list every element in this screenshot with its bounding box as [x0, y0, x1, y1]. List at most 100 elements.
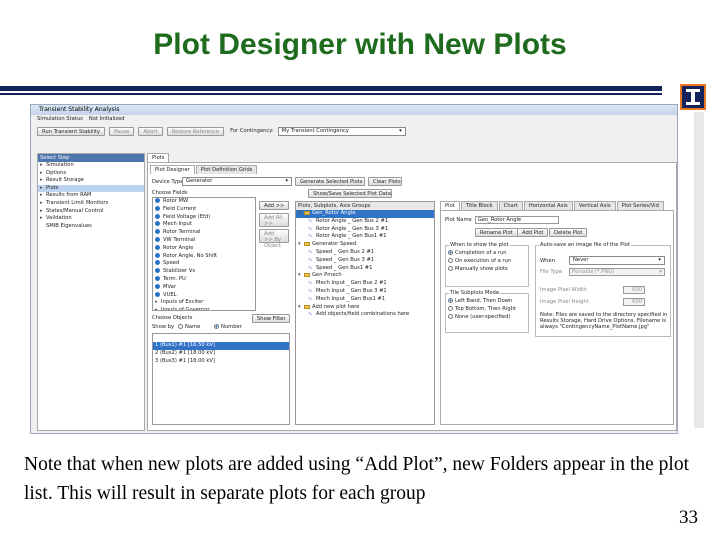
- restore-reference-button[interactable]: Restore Reference: [166, 126, 225, 136]
- slide-caption: Note that when new plots are added using…: [24, 454, 690, 504]
- field-item[interactable]: Stabilizer Vs: [153, 268, 255, 276]
- field-icon: [155, 268, 160, 274]
- pause-button[interactable]: Pause: [109, 126, 135, 136]
- step-item[interactable]: ▸ Results from RAM: [38, 192, 144, 200]
- field-icon: [155, 221, 160, 227]
- image-height-input[interactable]: 600: [623, 298, 645, 306]
- add-by-object-button[interactable]: Add >> By Object: [259, 229, 289, 249]
- field-item[interactable]: Field Current: [153, 205, 255, 214]
- step-item[interactable]: SMIB Eigenvalues: [38, 223, 144, 231]
- plot-subitem[interactable]: ∿ Speed _ Gen Bus1 #1: [296, 265, 434, 273]
- radio-icon: [448, 250, 453, 255]
- plot-folder[interactable]: ▾ Gen_Rotor Angle: [296, 210, 434, 218]
- step-item[interactable]: ▸ Validation: [38, 215, 144, 223]
- show-filter-button[interactable]: Show Filter: [252, 314, 290, 323]
- tab-plot-setting[interactable]: Plot Series/Vid: [616, 201, 664, 210]
- select-step-header: Select Step: [38, 154, 144, 162]
- plot-subitem[interactable]: ∿ Mech Input _ Gen Bus 2 #1: [296, 280, 434, 288]
- delete-plot-button[interactable]: Delete Plot: [549, 228, 588, 237]
- tab-plot-setting[interactable]: Vertical Axis: [573, 201, 616, 210]
- field-item[interactable]: Field Voltage (Efd): [153, 213, 255, 222]
- field-item[interactable]: ▸ Inputs of Exciter: [153, 299, 255, 307]
- subplot-mode-radio[interactable]: Left Band, Then Down: [446, 298, 528, 306]
- field-icon: [155, 198, 160, 203]
- step-item[interactable]: ▸ Simulation: [38, 162, 144, 170]
- field-item[interactable]: Term. PU: [153, 275, 255, 284]
- image-width-input[interactable]: 600: [623, 286, 645, 294]
- when-show-radio[interactable]: On execution of a run: [446, 257, 528, 266]
- field-item[interactable]: Mech Input: [153, 221, 255, 229]
- tab-plot-setting[interactable]: Horizontal Axis: [523, 201, 573, 210]
- fields-list[interactable]: Rotor MW Field Current Field Voltage (Efd)…: [152, 197, 256, 311]
- contingency-select[interactable]: My Transient Contingency ▾: [277, 126, 406, 136]
- window-title: Transient Stability Analysis: [31, 105, 677, 115]
- objects-list[interactable]: 1 (Bus1) #1 [16.50 kV] 2 (Bus2) #1 [18.00…: [152, 333, 290, 425]
- subplot-mode-radio[interactable]: None (user-specified): [446, 313, 528, 322]
- folder-icon: [304, 304, 310, 309]
- plot-subitem[interactable]: ∿ Mech Input _ Gen Bus 3 #1: [296, 288, 434, 296]
- step-label: Result Storage: [46, 177, 84, 184]
- object-item[interactable]: 2 (Bus2) #1 [18.00 kV]: [153, 350, 289, 358]
- step-label: Simulation: [46, 162, 74, 168]
- plot-subitem[interactable]: ∿ Speed _ Gen Bus 2 #1: [296, 249, 434, 257]
- plot-tree[interactable]: Plots, Subplots, Axis Groups ▾ Gen_Rotor …: [295, 201, 435, 425]
- field-label: Rotor Angle, No Shift: [163, 252, 218, 259]
- plot-subitem[interactable]: ∿ Rotor Angle _ Gen Bus 2 #1: [296, 218, 434, 226]
- rename-plot-button[interactable]: Rename Plot: [475, 228, 518, 237]
- plot-folder[interactable]: ▾ Add new plot here: [296, 304, 434, 312]
- when-show-radio[interactable]: Manually show plots: [446, 265, 528, 274]
- step-item[interactable]: ▸ States/Manual Control: [38, 208, 144, 216]
- field-item[interactable]: Rotor Angle: [153, 244, 255, 253]
- tab-plot-setting[interactable]: Chart: [498, 201, 523, 210]
- plot-folder[interactable]: ▾ Generator Speed: [296, 241, 434, 249]
- tab-plot-setting[interactable]: Title Block: [460, 201, 498, 210]
- subplot-mode-radio[interactable]: Top Bottom, Then Right: [446, 305, 528, 314]
- plot-subitem[interactable]: ∿ Add objects/field combinations here: [296, 311, 434, 319]
- slide-title: Plot Designer with New Plots: [153, 28, 567, 61]
- radio-label: On execution of a run: [455, 257, 512, 264]
- when-show-radio[interactable]: Completion of a run: [446, 250, 528, 258]
- add-plot-button[interactable]: Add Plot: [517, 228, 549, 237]
- object-item[interactable]: 3 (Bus3) #1 [18.00 kV]: [153, 358, 289, 366]
- field-icon: [155, 205, 160, 211]
- field-item[interactable]: Rotor Terminal: [153, 229, 255, 237]
- tab-plot-designer[interactable]: Plot Designer: [150, 165, 195, 174]
- tab-plot-setting[interactable]: Plot: [440, 201, 460, 210]
- field-item[interactable]: ▸ Inputs of Governor: [153, 307, 255, 310]
- step-item[interactable]: ▸ Transient Limit Monitors: [38, 200, 144, 208]
- file-type-select[interactable]: Portable (*.PNG) ▾: [569, 268, 665, 276]
- tab-plots[interactable]: Plots: [147, 153, 170, 162]
- plot-subitem[interactable]: ∿ Rotor Angle _ Gen Bus 3 #1: [296, 226, 434, 234]
- field-item[interactable]: VUEL: [153, 291, 255, 300]
- step-item[interactable]: ▸ Plots: [38, 184, 144, 193]
- field-item[interactable]: MVar: [153, 283, 255, 292]
- show-save-plot-data-button[interactable]: Show/Save Selected Plot Data: [308, 189, 392, 198]
- plot-subitem[interactable]: ∿ Speed _ Gen Bus 3 #1: [296, 257, 434, 265]
- field-label: Term. PU: [163, 275, 186, 282]
- abort-button[interactable]: Abort: [138, 126, 163, 136]
- show-by-number-radio[interactable]: Number: [214, 324, 242, 330]
- radio-icon: [448, 265, 453, 271]
- field-item[interactable]: Rotor MW: [153, 198, 255, 206]
- run-transient-stability-button[interactable]: Run Transient Stability: [37, 126, 106, 136]
- plot-folder[interactable]: ▾ Gen Pmech: [296, 272, 434, 280]
- device-type-select[interactable]: Generator ▾: [182, 177, 292, 186]
- tab-plot-definition-grids[interactable]: Plot Definition Grids: [195, 165, 258, 174]
- when-select[interactable]: Never ▾: [569, 256, 665, 265]
- step-item[interactable]: ▸ Result Storage: [38, 177, 144, 185]
- clear-plots-button[interactable]: Clear Plots: [368, 177, 402, 186]
- plot-subitem[interactable]: ∿ Mech Input _ Gen Bus1 #1: [296, 296, 434, 304]
- object-item[interactable]: 1 (Bus1) #1 [16.50 kV]: [153, 342, 289, 350]
- generate-selected-plots-button[interactable]: Generate Selected Plots: [295, 177, 365, 186]
- field-item[interactable]: Rotor Angle, No Shift: [153, 252, 255, 261]
- field-item[interactable]: VW Terminal: [153, 236, 255, 245]
- plot-name-input[interactable]: Gen_Rotor Angle: [474, 216, 559, 224]
- show-by-name-radio[interactable]: Name: [178, 324, 200, 330]
- field-item[interactable]: Speed: [153, 260, 255, 268]
- add-all-button[interactable]: Add All >>: [259, 213, 289, 227]
- signal-icon: ∿: [308, 264, 313, 271]
- field-label: Inputs of Exciter: [161, 299, 204, 306]
- plot-subitem[interactable]: ∿ Rotor Angle _ Gen Bus1 #1: [296, 233, 434, 241]
- add-field-button[interactable]: Add >>: [259, 201, 289, 210]
- step-item[interactable]: ▸ Options: [38, 170, 144, 178]
